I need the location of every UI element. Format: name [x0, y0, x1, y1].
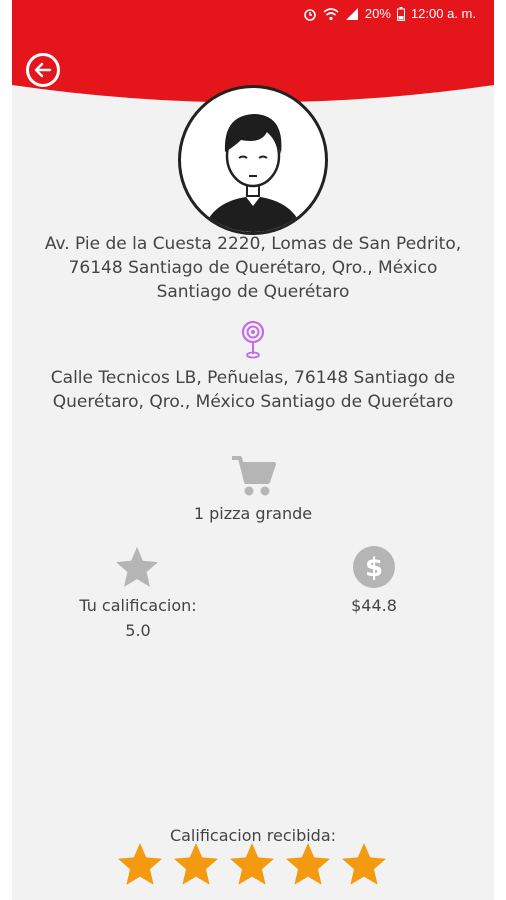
- back-arrow-icon: [34, 62, 52, 78]
- clock: 12:00 a. m.: [410, 6, 476, 21]
- star-icon: [118, 843, 162, 885]
- star-icon: [342, 843, 386, 885]
- star-icon: [114, 546, 160, 595]
- order-description: 1 pizza grande: [193, 504, 313, 523]
- wifi-icon: [323, 7, 339, 21]
- star-icon: [174, 843, 218, 885]
- alarm-icon: [303, 7, 317, 21]
- rating-value: 5.0: [125, 621, 151, 640]
- order-detail-screen: 20% 12:00 a. m. Av. Pie de la Cuesta 222…: [12, 0, 494, 900]
- cart-icon: [230, 454, 276, 503]
- dollar-icon: $: [352, 545, 396, 594]
- status-bar: 20% 12:00 a. m.: [303, 6, 476, 21]
- location-pin-icon: [241, 320, 265, 365]
- received-rating-stars: [116, 842, 396, 890]
- avatar: [178, 85, 328, 235]
- star-icon: [230, 843, 274, 885]
- battery-icon: [396, 6, 405, 21]
- origin-address: Av. Pie de la Cuesta 2220, Lomas de San …: [44, 234, 462, 302]
- price: $44.8: [351, 596, 397, 615]
- star-icon: [286, 843, 330, 885]
- rating-label: Tu calificacion:: [79, 596, 197, 615]
- svg-text:$: $: [365, 553, 383, 583]
- battery-percent: 20%: [364, 6, 391, 21]
- back-button[interactable]: [26, 53, 60, 87]
- destination-address: Calle Tecnicos LB, Peñuelas, 76148 Santi…: [50, 368, 456, 412]
- signal-icon: [345, 7, 359, 21]
